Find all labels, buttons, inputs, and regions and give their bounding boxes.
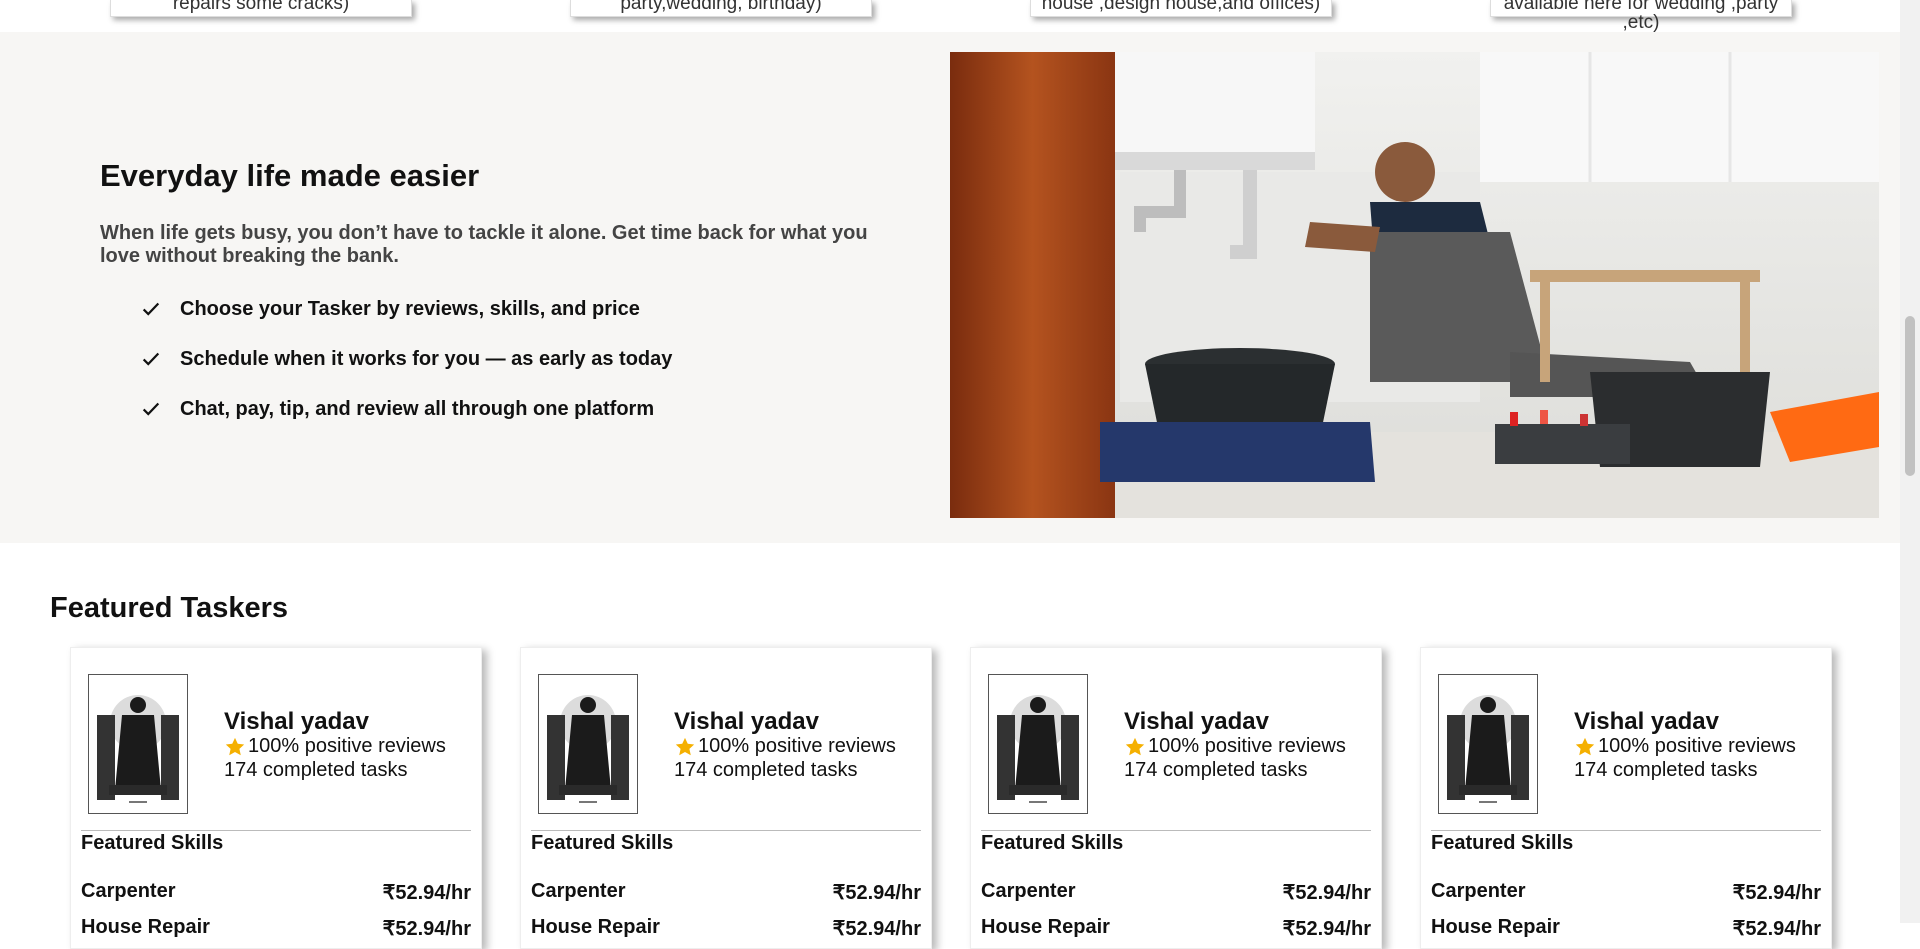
dj-poster-image: [1441, 677, 1535, 811]
benefit-item: Schedule when it works for you — as earl…: [140, 347, 672, 371]
tasker-completed-tasks: 174 completed tasks: [224, 759, 408, 781]
plumber-photo: [950, 52, 1879, 518]
hero-title: Everyday life made easier: [100, 158, 480, 193]
skill-row: House Repair ₹52.94/hr: [1431, 916, 1821, 941]
tasker-reviews-text: 100% positive reviews: [1148, 735, 1346, 757]
star-icon: [1575, 737, 1595, 755]
featured-skills-heading: Featured Skills: [81, 832, 224, 854]
skill-row: Carpenter ₹52.94/hr: [981, 880, 1371, 905]
tasker-name[interactable]: Vishal yadav: [1574, 708, 1719, 736]
tasker-name[interactable]: Vishal yadav: [224, 708, 369, 736]
skill-price: ₹52.94/hr: [832, 918, 921, 940]
benefit-item: Choose your Tasker by reviews, skills, a…: [140, 297, 640, 321]
service-card[interactable]: party,wedding, birthday): [570, 0, 872, 17]
tasker-reviews: 100% positive reviews: [674, 735, 896, 758]
tasker-reviews-text: 100% positive reviews: [698, 735, 896, 757]
avatar: [538, 674, 638, 814]
service-card-text-extra: ,etc): [1622, 12, 1660, 33]
service-card-text: repairs some cracks): [172, 0, 350, 14]
featured-taskers-title: Featured Taskers: [50, 592, 289, 624]
tasker-completed-tasks: 174 completed tasks: [674, 759, 858, 781]
skill-name: Carpenter: [531, 880, 626, 902]
skill-name: Carpenter: [981, 880, 1076, 902]
skill-row: Carpenter ₹52.94/hr: [531, 880, 921, 905]
divider: [1431, 830, 1821, 831]
skill-name: House Repair: [81, 916, 210, 938]
featured-skills-heading: Featured Skills: [981, 832, 1124, 854]
star-icon: [1125, 737, 1145, 755]
tasker-name[interactable]: Vishal yadav: [674, 708, 819, 736]
tasker-card[interactable]: Vishal yadav 100% positive reviews 174 c…: [520, 647, 932, 949]
skill-price: ₹52.94/hr: [382, 918, 471, 940]
tasker-card[interactable]: Vishal yadav 100% positive reviews 174 c…: [70, 647, 482, 949]
skill-name: Carpenter: [81, 880, 176, 902]
tasker-reviews: 100% positive reviews: [224, 735, 446, 758]
tasker-reviews-text: 100% positive reviews: [1598, 735, 1796, 757]
tasker-name[interactable]: Vishal yadav: [1124, 708, 1269, 736]
skill-name: House Repair: [531, 916, 660, 938]
service-card[interactable]: repairs some cracks): [110, 0, 412, 17]
star-icon: [675, 737, 695, 755]
avatar: [1438, 674, 1538, 814]
skill-price: ₹52.94/hr: [1732, 882, 1821, 904]
hero-description: When life gets busy, you don’t have to t…: [100, 222, 868, 267]
checkmark-icon: [142, 402, 160, 416]
dj-poster-image: [991, 677, 1085, 811]
skill-row: Carpenter ₹52.94/hr: [81, 880, 471, 905]
divider: [81, 830, 471, 831]
skill-row: House Repair ₹52.94/hr: [531, 916, 921, 941]
plumber-photo-illustration: [950, 52, 1879, 518]
tasker-card[interactable]: Vishal yadav 100% positive reviews 174 c…: [1420, 647, 1832, 949]
service-card[interactable]: available here for wedding ,party ,etc): [1490, 0, 1792, 33]
divider: [531, 830, 921, 831]
benefit-item: Chat, pay, tip, and review all through o…: [140, 397, 654, 421]
skill-price: ₹52.94/hr: [382, 882, 471, 904]
skill-price: ₹52.94/hr: [1732, 918, 1821, 940]
service-card-text: house ,design house,and offices): [1041, 0, 1321, 14]
featured-skills-heading: Featured Skills: [531, 832, 674, 854]
service-card-text: party,wedding, birthday): [620, 0, 822, 14]
dj-poster-image: [91, 677, 185, 811]
skill-price: ₹52.94/hr: [1282, 918, 1371, 940]
tasker-reviews: 100% positive reviews: [1124, 735, 1346, 758]
tasker-completed-tasks: 174 completed tasks: [1124, 759, 1308, 781]
tasker-reviews: 100% positive reviews: [1574, 735, 1796, 758]
skill-row: House Repair ₹52.94/hr: [981, 916, 1371, 941]
skill-row: House Repair ₹52.94/hr: [81, 916, 471, 941]
hero-section: Everyday life made easier When life gets…: [0, 32, 1900, 543]
benefit-text: Choose your Tasker by reviews, skills, a…: [180, 297, 640, 320]
services-strip: repairs some cracks) party,wedding, birt…: [0, 0, 1900, 33]
avatar: [88, 674, 188, 814]
tasker-completed-tasks: 174 completed tasks: [1574, 759, 1758, 781]
checkmark-icon: [142, 352, 160, 366]
benefit-text: Schedule when it works for you — as earl…: [180, 347, 673, 370]
skill-name: House Repair: [981, 916, 1110, 938]
skill-price: ₹52.94/hr: [1282, 882, 1371, 904]
tasker-card[interactable]: Vishal yadav 100% positive reviews 174 c…: [970, 647, 1382, 949]
service-card[interactable]: house ,design house,and offices): [1030, 0, 1332, 17]
star-icon: [225, 737, 245, 755]
benefit-text: Chat, pay, tip, and review all through o…: [180, 397, 655, 420]
checkmark-icon: [142, 302, 160, 316]
skill-row: Carpenter ₹52.94/hr: [1431, 880, 1821, 905]
page-scrollbar[interactable]: [1900, 0, 1920, 923]
skill-price: ₹52.94/hr: [832, 882, 921, 904]
scrollbar-thumb[interactable]: [1905, 316, 1915, 476]
avatar: [988, 674, 1088, 814]
divider: [981, 830, 1371, 831]
tasker-reviews-text: 100% positive reviews: [248, 735, 446, 757]
dj-poster-image: [541, 677, 635, 811]
service-card-text: available here for wedding ,party: [1503, 0, 1779, 14]
skill-name: Carpenter: [1431, 880, 1526, 902]
skill-name: House Repair: [1431, 916, 1560, 938]
featured-skills-heading: Featured Skills: [1431, 832, 1574, 854]
